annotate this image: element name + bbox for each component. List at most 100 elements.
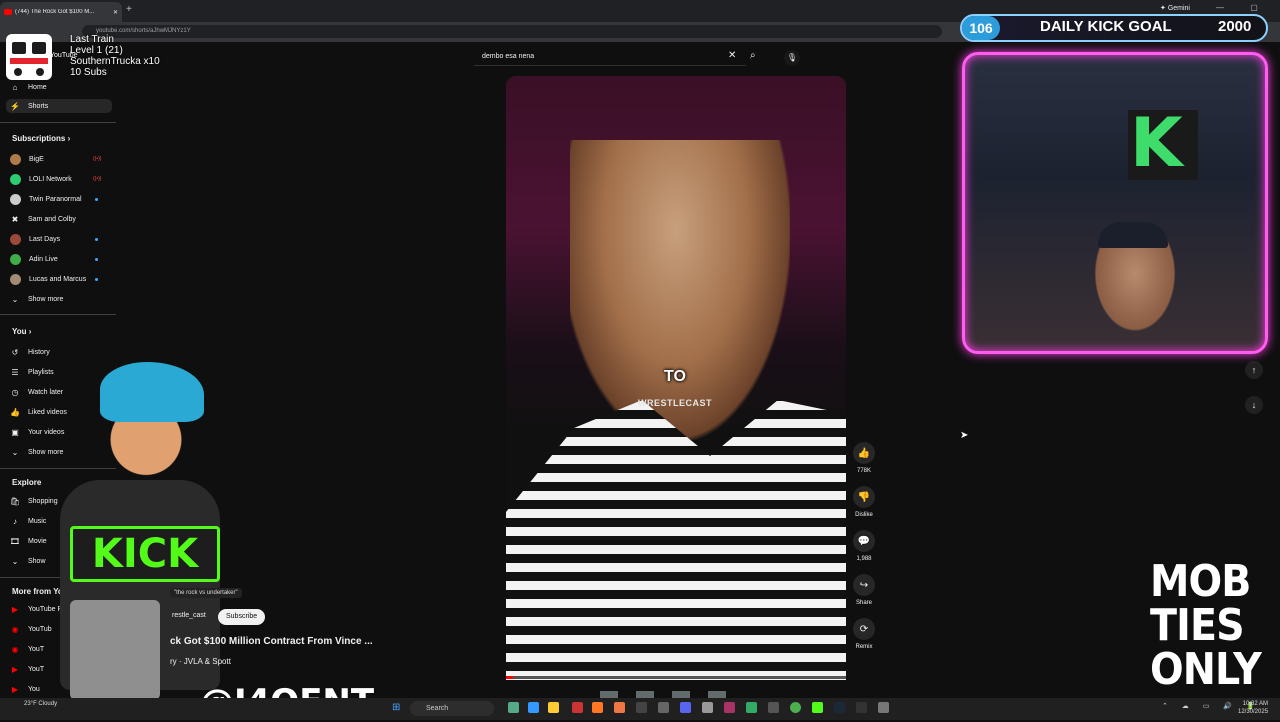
app-icon[interactable] [768, 702, 779, 713]
dislike-button[interactable]: 👎 Dislike [848, 486, 880, 518]
notes-icon[interactable] [702, 702, 713, 713]
tab-close-icon[interactable]: ✕ [113, 9, 118, 16]
music-icon: ♪ [13, 516, 17, 526]
sidebar-item-adin-live[interactable]: Adin Live [10, 252, 58, 266]
avatar [10, 153, 21, 165]
sidebar-item-sam-and-colby[interactable]: ✖ Sam and Colby [10, 212, 76, 226]
kick-goal-current: 106 [962, 16, 1000, 40]
share-icon: ↪ [853, 574, 875, 596]
folder-icon[interactable] [548, 702, 559, 713]
calculator-icon[interactable] [658, 702, 669, 713]
sidebar-item-liked-videos[interactable]: 👍 Liked videos [10, 405, 67, 419]
steam-icon[interactable] [834, 702, 845, 713]
sidebar-item-youtube-music[interactable]: ◉ YouT [10, 642, 45, 656]
subscribe-button[interactable]: Subscribe [218, 609, 266, 625]
kick-k-letter: K [1130, 104, 1183, 183]
next-short-button[interactable]: ↓ [1245, 396, 1263, 414]
sidebar-item-music[interactable]: ♪ Music [10, 514, 46, 528]
show-more-subscriptions[interactable]: ⌄ Show more [10, 292, 64, 306]
sidebar-item-youtube-studio[interactable]: ◉ YouTub [10, 622, 52, 636]
remix-button[interactable]: ⟳ Remix [848, 618, 880, 650]
search-icon[interactable]: ⌕ [750, 50, 756, 61]
sidebar-item-your-videos[interactable]: ▣ Your videos [10, 425, 64, 439]
kick-goal-target: 2000 [1218, 18, 1252, 35]
video-watermark: WRESTLECAST [638, 398, 712, 408]
clock-date: 12/30/2025 [1238, 709, 1269, 715]
sidebar-item-youtube-other[interactable]: ▶ You [10, 682, 40, 696]
train-subs: 10 Subs [70, 67, 107, 78]
divider [0, 122, 116, 123]
live-indicator-icon: ((•)) [93, 156, 102, 162]
settings-icon[interactable] [878, 702, 889, 713]
video-progress-bar[interactable] [506, 676, 846, 679]
subscriptions-header[interactable]: Subscriptions › [12, 134, 70, 143]
office-icon[interactable] [614, 702, 625, 713]
sidebar-item-loli-network[interactable]: LOLI Network [10, 172, 72, 186]
sidebar-item-label: Movie [28, 537, 47, 545]
like-button[interactable]: 👍 778K [848, 442, 880, 474]
app-icon[interactable] [746, 702, 757, 713]
weather-widget[interactable]: 23°F Cloudy [24, 700, 57, 708]
address-bar[interactable]: youtube.com/shorts/aJhwMJNYz1Y [82, 25, 942, 38]
microphone-icon[interactable]: 🎙 [784, 50, 800, 66]
sidebar-item-label: Home [28, 83, 47, 91]
chrome-icon[interactable] [790, 702, 801, 713]
firefox-icon[interactable] [592, 702, 603, 713]
new-content-dot [95, 198, 98, 201]
video-title[interactable]: ck Got $100 Million Contract From Vince … [170, 636, 373, 647]
sidebar-item-label: Shorts [28, 102, 49, 110]
sidebar-item-shopping[interactable]: 🛍 Shopping [10, 494, 58, 508]
app-icon[interactable] [724, 702, 735, 713]
channel-name[interactable]: restle_cast [172, 612, 206, 619]
clear-search-icon[interactable]: ✕ [728, 50, 736, 61]
sidebar-item-label: YouT [28, 665, 45, 673]
discord-icon[interactable] [680, 702, 691, 713]
sidebar-item-shorts[interactable]: ⚡ Shorts [6, 99, 112, 113]
video-caption: TO [664, 368, 686, 385]
sidebar-item-movie[interactable]: 🎞 Movie [10, 534, 47, 548]
divider [0, 314, 116, 315]
new-tab-button[interactable]: + [126, 4, 132, 15]
comments-button[interactable]: 💬 1,988 [848, 530, 880, 562]
sidebar-item-watch-later[interactable]: ◷ Watch later [10, 385, 64, 399]
app-icon[interactable] [856, 702, 867, 713]
browser-tab[interactable]: (744) The Rock Got $100 M... ✕ [0, 2, 122, 22]
home-icon: ⌂ [12, 82, 18, 92]
sidebar-item-history[interactable]: ↺ History [10, 345, 50, 359]
terminal-icon[interactable] [636, 702, 647, 713]
live-indicator-icon: ((•)) [93, 176, 102, 182]
sidebar-item-youtube-kids[interactable]: ▶ YouT [10, 662, 44, 676]
sidebar-item-show[interactable]: ⌄ Show [10, 554, 46, 568]
new-content-dot [95, 238, 98, 241]
taskbar-clock[interactable]: 10:32 AM 12/30/2025 [1238, 700, 1268, 716]
gemini-button[interactable]: ✦ Gemini [1160, 4, 1190, 12]
your-videos-icon: ▣ [11, 427, 19, 437]
copilot-icon[interactable] [528, 702, 539, 713]
watch-later-icon: ◷ [11, 387, 19, 397]
previous-short-button[interactable]: ↑ [1245, 361, 1263, 379]
file-explorer-icon[interactable] [508, 702, 519, 713]
sidebar-item-playlists[interactable]: ☰ Playlists [10, 365, 53, 379]
avatar [10, 193, 21, 205]
sidebar-item-youtube-premium[interactable]: ▶ YouTube Pr [10, 602, 65, 616]
app-icon[interactable] [572, 702, 583, 713]
sidebar-item-label: YouT [28, 645, 45, 653]
new-content-dot [95, 278, 98, 281]
show-more-you[interactable]: ⌄ Show more [10, 445, 64, 459]
video-sound[interactable]: ry · JVLA & Spott [170, 657, 231, 666]
you-header[interactable]: You › [12, 327, 31, 336]
sidebar-item-twin-paranormal[interactable]: Twin Paranormal [10, 192, 82, 206]
share-button[interactable]: ↪ Share [848, 574, 880, 606]
avatar [10, 233, 21, 245]
taskbar-search[interactable]: Search [410, 701, 494, 716]
sidebar-item-home[interactable]: ⌂ Home [10, 80, 47, 94]
windows-start-icon[interactable]: ⊞ [392, 702, 400, 713]
sidebar-item-last-days[interactable]: Last Days [10, 232, 60, 246]
kick-app-icon[interactable] [812, 702, 823, 713]
sidebar-item-bige[interactable]: BigE [10, 152, 44, 166]
sidebar-item-lucas-and-marcus[interactable]: Lucas and Marcus [10, 272, 86, 286]
sidebar-item-label: Twin Paranormal [29, 195, 82, 203]
search-input[interactable]: dembo esa nena [474, 48, 746, 66]
like-icon: 👍 [853, 442, 875, 464]
avatar [10, 173, 21, 185]
